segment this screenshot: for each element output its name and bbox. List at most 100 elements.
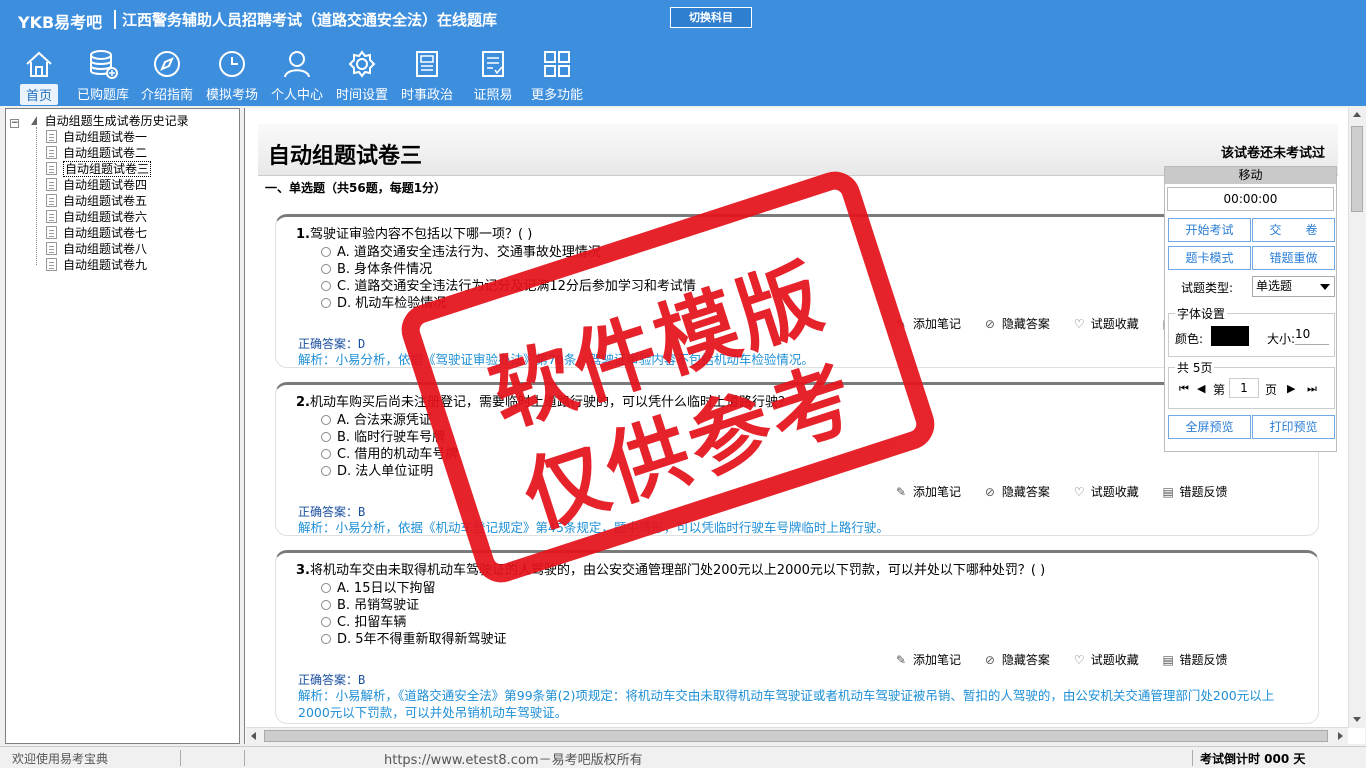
favorite-button[interactable]: ♡ 试题收藏 [1074, 651, 1139, 668]
add-note-button[interactable]: ✎ 添加笔记 [896, 651, 961, 668]
heart-icon: ♡ [1073, 485, 1085, 499]
tree-item-paper-7[interactable]: 自动组题试卷七 [46, 224, 147, 240]
status-divider [244, 750, 245, 766]
radio-button[interactable] [321, 432, 331, 442]
eye-off-icon: ⊘ [984, 653, 995, 667]
nav-profile[interactable]: 个人中心 [268, 48, 326, 106]
option-d[interactable]: D. 5年不得重新取得新驾驶证 [321, 628, 507, 647]
database-icon [90, 50, 118, 79]
scroll-up-icon[interactable] [1353, 112, 1361, 117]
next-page-icon[interactable]: ▶ [1287, 382, 1295, 395]
nav-mock-exam[interactable]: 模拟考场 [203, 48, 261, 106]
page-number-input[interactable]: 1 [1229, 378, 1259, 398]
hide-answer-button[interactable]: ⊘ 隐藏答案 [985, 315, 1050, 332]
status-divider [1192, 750, 1193, 766]
add-note-button[interactable]: ✎ 添加笔记 [896, 315, 961, 332]
vertical-scrollbar[interactable] [1348, 108, 1365, 728]
start-exam-button[interactable]: 开始考试 [1168, 218, 1251, 242]
gear-icon [348, 50, 376, 78]
document-icon [46, 178, 57, 191]
nav-label: 介绍指南 [140, 88, 193, 103]
pencil-icon: ✎ [896, 485, 907, 499]
document-icon [46, 226, 57, 239]
tree-item-paper-8[interactable]: 自动组题试卷八 [46, 240, 147, 256]
radio-button[interactable] [321, 298, 331, 308]
tree-root[interactable]: − 自动组题生成试卷历史记录 [10, 112, 189, 129]
print-preview-button[interactable]: 打印预览 [1252, 415, 1335, 439]
dropdown-arrow-icon [1320, 284, 1330, 290]
favorite-button[interactable]: ♡ 试题收藏 [1074, 315, 1139, 332]
history-tree: − 自动组题生成试卷历史记录 自动组题试卷一 自动组题试卷二 自动组题试卷三 自… [5, 108, 240, 744]
tree-item-paper-1[interactable]: 自动组题试卷一 [46, 128, 147, 144]
radio-button[interactable] [321, 466, 331, 476]
add-note-button[interactable]: ✎ 添加笔记 [896, 483, 961, 500]
fullscreen-preview-button[interactable]: 全屏预览 [1168, 415, 1251, 439]
tree-item-paper-6[interactable]: 自动组题试卷六 [46, 208, 147, 224]
nav-more[interactable]: 更多功能 [528, 48, 586, 106]
hide-answer-button[interactable]: ⊘ 隐藏答案 [985, 651, 1050, 668]
radio-button[interactable] [321, 415, 331, 425]
favorite-button[interactable]: ♡ 试题收藏 [1074, 483, 1139, 500]
question-type-select[interactable]: 单选题 [1252, 276, 1335, 297]
radio-button[interactable] [321, 264, 331, 274]
report-error-button[interactable]: ▤错题反馈 [1163, 483, 1228, 500]
document-icon [46, 242, 57, 255]
collapse-icon[interactable]: − [10, 119, 19, 128]
tree-item-paper-3[interactable]: 自动组题试卷三 [46, 160, 152, 177]
nav-label: 已购题库 [76, 88, 129, 103]
redo-wrong-button[interactable]: 错题重做 [1252, 246, 1335, 270]
nav-time-settings[interactable]: 时间设置 [333, 48, 391, 106]
report-error-button[interactable]: ▤错题反馈 [1163, 651, 1228, 668]
option-d[interactable]: D. 机动车检验情况 [321, 292, 446, 311]
home-icon [26, 51, 52, 77]
scroll-left-icon[interactable] [251, 732, 256, 740]
pencil-icon: ✎ [896, 317, 907, 331]
radio-button[interactable] [321, 634, 331, 644]
switch-subject-button[interactable]: 切换科目 [670, 7, 752, 28]
tree-item-paper-2[interactable]: 自动组题试卷二 [46, 144, 147, 160]
section-heading: 一、单选题（共56题，每题1分） [265, 181, 447, 195]
option-d[interactable]: D. 法人单位证明 [321, 460, 433, 479]
radio-button[interactable] [321, 247, 331, 257]
card-mode-button[interactable]: 题卡模式 [1168, 246, 1251, 270]
nav-label: 模拟考场 [205, 88, 258, 103]
tree-item-paper-9[interactable]: 自动组题试卷九 [46, 256, 147, 272]
radio-button[interactable] [321, 583, 331, 593]
nav-guide[interactable]: 介绍指南 [138, 48, 196, 106]
status-divider [180, 750, 181, 766]
correct-answer: 正确答案：D [298, 337, 366, 351]
font-color-swatch[interactable] [1211, 326, 1249, 346]
paper-status: 该试卷还未考试过 [1220, 146, 1325, 161]
report-icon: ▤ [1162, 485, 1174, 499]
nav-label: 首页 [20, 84, 58, 105]
font-size-input[interactable]: 10 [1295, 327, 1329, 345]
app-title: 江西警务辅助人员招聘考试（道路交通安全法）在线题库 [122, 11, 498, 29]
prev-page-icon[interactable]: ◀ [1197, 382, 1205, 395]
scroll-down-icon[interactable] [1353, 717, 1361, 722]
answer-analysis: 解析：小易分析，依据《驾驶证审验办法》第70条，驾驶证审验内容不包括机动车检验情… [298, 352, 814, 367]
tree-item-paper-5[interactable]: 自动组题试卷五 [46, 192, 147, 208]
correct-answer: 正确答案：B [298, 505, 366, 519]
hide-answer-button[interactable]: ⊘ 隐藏答案 [985, 483, 1050, 500]
heart-icon: ♡ [1073, 653, 1085, 667]
radio-button[interactable] [321, 600, 331, 610]
nav-home[interactable]: 首页 [20, 48, 58, 106]
nav-current-affairs[interactable]: 时事政治 [398, 48, 456, 106]
scroll-right-icon[interactable] [1338, 732, 1343, 740]
move-handle[interactable]: 移动 [1165, 167, 1336, 184]
radio-button[interactable] [321, 281, 331, 291]
grid-icon [544, 51, 570, 77]
submit-button[interactable]: 交 卷 [1252, 218, 1335, 242]
nav-certificate[interactable]: 证照易 [470, 48, 516, 106]
copyright-text: https://www.etest8.com－易考吧版权所有 [384, 753, 643, 768]
first-page-icon[interactable]: ⏮ [1179, 382, 1189, 396]
nav-purchased[interactable]: 已购题库 [74, 48, 132, 106]
answer-analysis: 解析：小易分析，依据《机动车登记规定》第45条规定，题中情形，可以凭临时行驶车号… [298, 520, 889, 535]
horizontal-scrollbar[interactable] [246, 727, 1348, 744]
radio-button[interactable] [321, 449, 331, 459]
scroll-thumb[interactable] [264, 730, 1328, 742]
tree-item-paper-4[interactable]: 自动组题试卷四 [46, 176, 147, 192]
radio-button[interactable] [321, 617, 331, 627]
scroll-thumb[interactable] [1351, 126, 1363, 212]
last-page-icon[interactable]: ⏭ [1307, 382, 1317, 396]
